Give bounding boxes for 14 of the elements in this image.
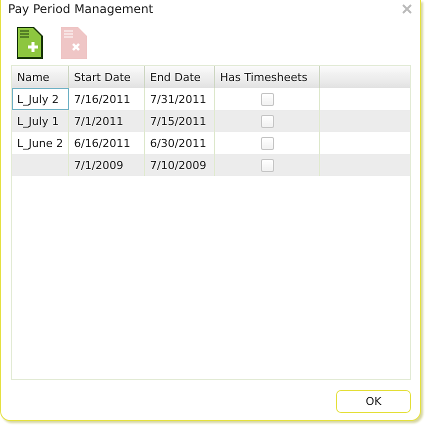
delete-document-icon	[61, 27, 87, 59]
checkbox[interactable]	[260, 136, 274, 150]
ok-button[interactable]: OK	[336, 390, 411, 413]
checkbox[interactable]	[260, 158, 274, 172]
window-title: Pay Period Management	[8, 2, 154, 16]
table-cell: 7/10/2009	[145, 154, 215, 176]
close-icon[interactable]	[402, 4, 412, 14]
add-button[interactable]	[15, 27, 45, 61]
table-cell[interactable]: L_July 2	[12, 88, 69, 110]
add-document-icon	[17, 27, 43, 59]
checkbox[interactable]	[260, 114, 274, 128]
column-header[interactable]: Name	[12, 66, 69, 88]
table-cell: 7/1/2009	[69, 154, 145, 176]
checkbox[interactable]	[260, 92, 274, 106]
